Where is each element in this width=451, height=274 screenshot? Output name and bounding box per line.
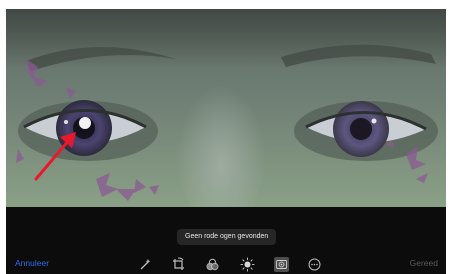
editor-toolbar: Annuleer Gereed <box>6 257 446 274</box>
red-eye-icon[interactable] <box>274 257 289 272</box>
photo-editor-window: Geen rode ogen gevonden Annuleer Gereed <box>6 9 446 274</box>
cancel-button[interactable]: Annuleer <box>15 258 49 268</box>
done-button[interactable]: Gereed <box>410 258 438 268</box>
magic-wand-icon[interactable] <box>137 257 152 272</box>
crop-rotate-icon[interactable] <box>171 257 186 272</box>
photo-canvas[interactable] <box>6 9 446 207</box>
filters-icon[interactable] <box>205 257 220 272</box>
status-message: Geen rode ogen gevonden <box>177 229 277 245</box>
adjust-light-icon[interactable] <box>240 257 255 272</box>
more-icon[interactable] <box>307 257 322 272</box>
